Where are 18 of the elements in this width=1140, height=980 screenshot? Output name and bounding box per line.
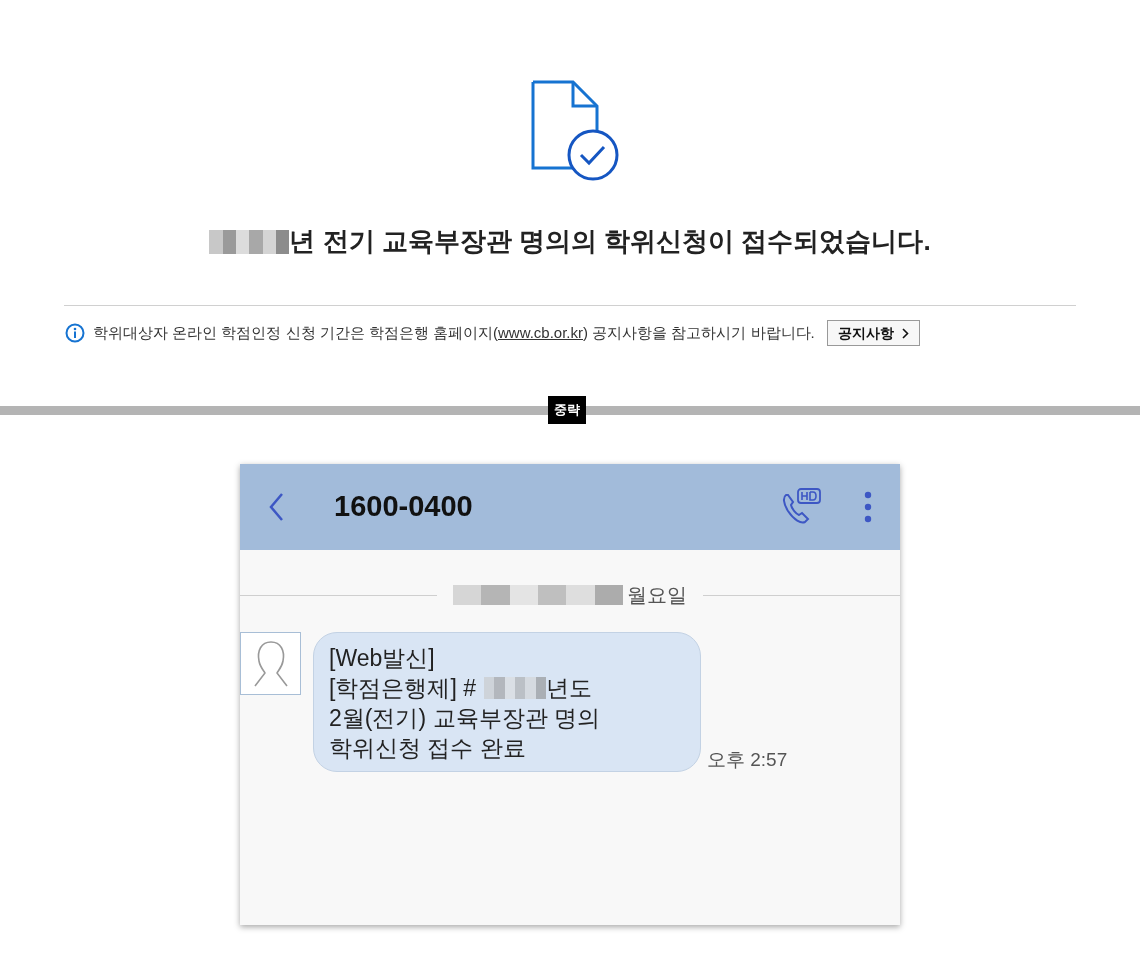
message-line: 2월(전기) 교육부장관 명의	[329, 704, 601, 733]
date-divider-text: 월요일	[627, 583, 687, 608]
omission-label: 중략	[548, 396, 586, 424]
contact-number: 1600-0400	[334, 489, 473, 525]
notice-text: 학위대상자 온라인 학점인정 신청 기간은 학점은행 홈페이지(www.cb.or.kr) 공지사항을 참고하시기 바랍니다.	[93, 322, 815, 343]
redaction-mark	[483, 677, 546, 699]
message-line: [학점은행제] #	[329, 674, 476, 703]
website-link[interactable]: www.cb.or.kr	[498, 323, 584, 341]
confirmation-heading: 년 전기 교육부장관 명의의 학위신청이 접수되었습니다.	[289, 225, 931, 258]
info-icon	[65, 323, 85, 343]
back-icon	[268, 492, 284, 522]
more-options-icon[interactable]	[864, 491, 872, 523]
message-line: 년도	[545, 674, 592, 703]
message-line: 학위신청 접수 완료	[329, 734, 527, 763]
chevron-right-icon	[901, 327, 909, 339]
message-line: [Web발신]	[329, 644, 436, 673]
notice-button[interactable]: 공지사항	[826, 320, 920, 346]
message-time: 오후 2:57	[707, 747, 788, 772]
